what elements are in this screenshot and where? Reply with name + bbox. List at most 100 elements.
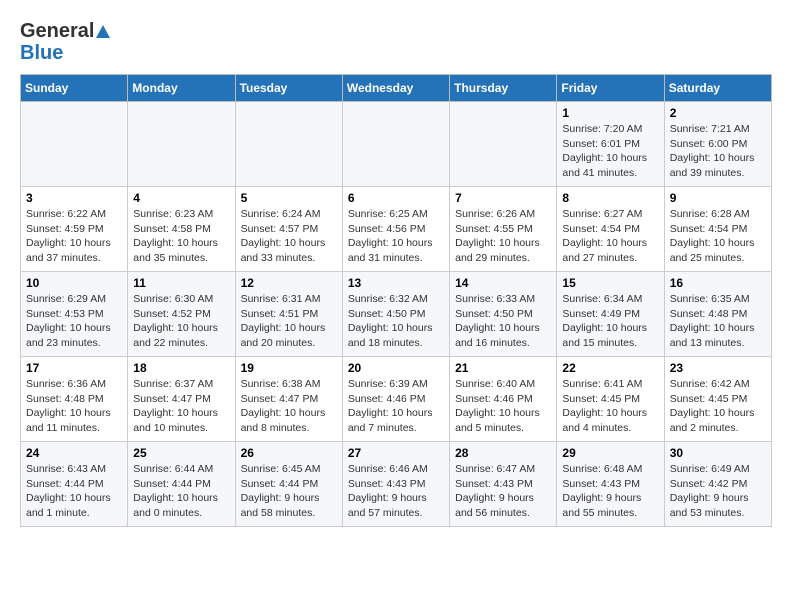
day-info: Sunrise: 6:47 AM Sunset: 4:43 PM Dayligh…: [455, 462, 551, 521]
weekday-header-wednesday: Wednesday: [342, 75, 449, 102]
day-cell-16: 16 Sunrise: 6:35 AM Sunset: 4:48 PM Dayli…: [664, 272, 771, 357]
day-number: 14: [455, 276, 551, 290]
empty-cell: [235, 102, 342, 187]
day-number: 30: [670, 446, 766, 460]
day-number: 16: [670, 276, 766, 290]
weekday-header-monday: Monday: [128, 75, 235, 102]
day-number: 7: [455, 191, 551, 205]
week-row-1: 1Sunrise: 7:20 AM Sunset: 6:01 PM Daylig…: [21, 102, 772, 187]
day-cell-13: 13 Sunrise: 6:32 AM Sunset: 4:50 PM Dayli…: [342, 272, 449, 357]
day-cell-14: 14 Sunrise: 6:33 AM Sunset: 4:50 PM Dayli…: [450, 272, 557, 357]
day-cell-2: 2 Sunrise: 7:21 AM Sunset: 6:00 PM Daylig…: [664, 102, 771, 187]
day-info: Sunrise: 6:27 AM Sunset: 4:54 PM Dayligh…: [562, 207, 658, 266]
day-info: Sunrise: 6:39 AM Sunset: 4:46 PM Dayligh…: [348, 377, 444, 436]
day-number: 10: [26, 276, 122, 290]
day-number: 18: [133, 361, 229, 375]
day-info: Sunrise: 6:46 AM Sunset: 4:43 PM Dayligh…: [348, 462, 444, 521]
day-cell-17: 17 Sunrise: 6:36 AM Sunset: 4:48 PM Dayli…: [21, 357, 128, 442]
day-info: Sunrise: 6:23 AM Sunset: 4:58 PM Dayligh…: [133, 207, 229, 266]
weekday-header-sunday: Sunday: [21, 75, 128, 102]
weekday-header-tuesday: Tuesday: [235, 75, 342, 102]
day-info: Sunrise: 6:31 AM Sunset: 4:51 PM Dayligh…: [241, 292, 337, 351]
empty-cell: [342, 102, 449, 187]
day-info: Sunrise: 6:41 AM Sunset: 4:45 PM Dayligh…: [562, 377, 658, 436]
weekday-header-thursday: Thursday: [450, 75, 557, 102]
day-number: 29: [562, 446, 658, 460]
week-row-5: 24 Sunrise: 6:43 AM Sunset: 4:44 PM Dayli…: [21, 442, 772, 527]
weekday-header-row: SundayMondayTuesdayWednesdayThursdayFrid…: [21, 75, 772, 102]
day-number: 23: [670, 361, 766, 375]
day-number: 13: [348, 276, 444, 290]
day-cell-28: 28Sunrise: 6:47 AM Sunset: 4:43 PM Dayli…: [450, 442, 557, 527]
day-cell-24: 24 Sunrise: 6:43 AM Sunset: 4:44 PM Dayli…: [21, 442, 128, 527]
day-number: 17: [26, 361, 122, 375]
day-cell-11: 11 Sunrise: 6:30 AM Sunset: 4:52 PM Dayli…: [128, 272, 235, 357]
day-info: Sunrise: 6:40 AM Sunset: 4:46 PM Dayligh…: [455, 377, 551, 436]
weekday-header-friday: Friday: [557, 75, 664, 102]
day-cell-6: 6Sunrise: 6:25 AM Sunset: 4:56 PM Daylig…: [342, 187, 449, 272]
day-number: 12: [241, 276, 337, 290]
day-info: Sunrise: 6:36 AM Sunset: 4:48 PM Dayligh…: [26, 377, 122, 436]
day-cell-22: 22 Sunrise: 6:41 AM Sunset: 4:45 PM Dayli…: [557, 357, 664, 442]
day-cell-27: 27 Sunrise: 6:46 AM Sunset: 4:43 PM Dayli…: [342, 442, 449, 527]
day-info: Sunrise: 6:38 AM Sunset: 4:47 PM Dayligh…: [241, 377, 337, 436]
day-info: Sunrise: 6:43 AM Sunset: 4:44 PM Dayligh…: [26, 462, 122, 521]
day-cell-23: 23 Sunrise: 6:42 AM Sunset: 4:45 PM Dayli…: [664, 357, 771, 442]
logo-text-blue: Blue: [20, 42, 111, 64]
day-cell-8: 8 Sunrise: 6:27 AM Sunset: 4:54 PM Daylig…: [557, 187, 664, 272]
day-number: 25: [133, 446, 229, 460]
week-row-2: 3 Sunrise: 6:22 AM Sunset: 4:59 PM Daylig…: [21, 187, 772, 272]
day-number: 19: [241, 361, 337, 375]
page-header: General Blue: [20, 16, 772, 64]
day-cell-20: 20Sunrise: 6:39 AM Sunset: 4:46 PM Dayli…: [342, 357, 449, 442]
day-info: Sunrise: 6:30 AM Sunset: 4:52 PM Dayligh…: [133, 292, 229, 351]
day-number: 4: [133, 191, 229, 205]
day-info: Sunrise: 6:24 AM Sunset: 4:57 PM Dayligh…: [241, 207, 337, 266]
day-cell-26: 26 Sunrise: 6:45 AM Sunset: 4:44 PM Dayli…: [235, 442, 342, 527]
day-info: Sunrise: 6:45 AM Sunset: 4:44 PM Dayligh…: [241, 462, 337, 521]
day-info: Sunrise: 6:35 AM Sunset: 4:48 PM Dayligh…: [670, 292, 766, 351]
day-info: Sunrise: 6:42 AM Sunset: 4:45 PM Dayligh…: [670, 377, 766, 436]
day-info: Sunrise: 6:33 AM Sunset: 4:50 PM Dayligh…: [455, 292, 551, 351]
day-number: 1: [562, 106, 658, 120]
day-cell-12: 12 Sunrise: 6:31 AM Sunset: 4:51 PM Dayli…: [235, 272, 342, 357]
day-cell-15: 15 Sunrise: 6:34 AM Sunset: 4:49 PM Dayli…: [557, 272, 664, 357]
day-number: 22: [562, 361, 658, 375]
day-number: 21: [455, 361, 551, 375]
logo-triangle-icon: [95, 24, 111, 40]
weekday-header-saturday: Saturday: [664, 75, 771, 102]
day-info: Sunrise: 6:29 AM Sunset: 4:53 PM Dayligh…: [26, 292, 122, 351]
day-number: 24: [26, 446, 122, 460]
day-number: 8: [562, 191, 658, 205]
logo: General Blue: [20, 20, 111, 64]
logo-text-general: General: [20, 20, 111, 42]
day-cell-1: 1Sunrise: 7:20 AM Sunset: 6:01 PM Daylig…: [557, 102, 664, 187]
day-info: Sunrise: 6:44 AM Sunset: 4:44 PM Dayligh…: [133, 462, 229, 521]
day-number: 15: [562, 276, 658, 290]
day-cell-5: 5 Sunrise: 6:24 AM Sunset: 4:57 PM Daylig…: [235, 187, 342, 272]
day-number: 26: [241, 446, 337, 460]
day-number: 3: [26, 191, 122, 205]
day-info: Sunrise: 6:34 AM Sunset: 4:49 PM Dayligh…: [562, 292, 658, 351]
day-info: Sunrise: 6:22 AM Sunset: 4:59 PM Dayligh…: [26, 207, 122, 266]
day-cell-29: 29 Sunrise: 6:48 AM Sunset: 4:43 PM Dayli…: [557, 442, 664, 527]
day-number: 27: [348, 446, 444, 460]
day-info: Sunrise: 6:26 AM Sunset: 4:55 PM Dayligh…: [455, 207, 551, 266]
empty-cell: [21, 102, 128, 187]
day-cell-3: 3 Sunrise: 6:22 AM Sunset: 4:59 PM Daylig…: [21, 187, 128, 272]
day-info: Sunrise: 6:25 AM Sunset: 4:56 PM Dayligh…: [348, 207, 444, 266]
day-cell-18: 18Sunrise: 6:37 AM Sunset: 4:47 PM Dayli…: [128, 357, 235, 442]
day-number: 5: [241, 191, 337, 205]
day-info: Sunrise: 6:48 AM Sunset: 4:43 PM Dayligh…: [562, 462, 658, 521]
day-cell-4: 4 Sunrise: 6:23 AM Sunset: 4:58 PM Daylig…: [128, 187, 235, 272]
day-info: Sunrise: 6:32 AM Sunset: 4:50 PM Dayligh…: [348, 292, 444, 351]
day-info: Sunrise: 7:21 AM Sunset: 6:00 PM Dayligh…: [670, 122, 766, 181]
day-cell-10: 10 Sunrise: 6:29 AM Sunset: 4:53 PM Dayli…: [21, 272, 128, 357]
day-number: 11: [133, 276, 229, 290]
day-cell-21: 21 Sunrise: 6:40 AM Sunset: 4:46 PM Dayli…: [450, 357, 557, 442]
day-number: 9: [670, 191, 766, 205]
day-number: 2: [670, 106, 766, 120]
week-row-4: 17 Sunrise: 6:36 AM Sunset: 4:48 PM Dayli…: [21, 357, 772, 442]
day-cell-19: 19 Sunrise: 6:38 AM Sunset: 4:47 PM Dayli…: [235, 357, 342, 442]
empty-cell: [450, 102, 557, 187]
